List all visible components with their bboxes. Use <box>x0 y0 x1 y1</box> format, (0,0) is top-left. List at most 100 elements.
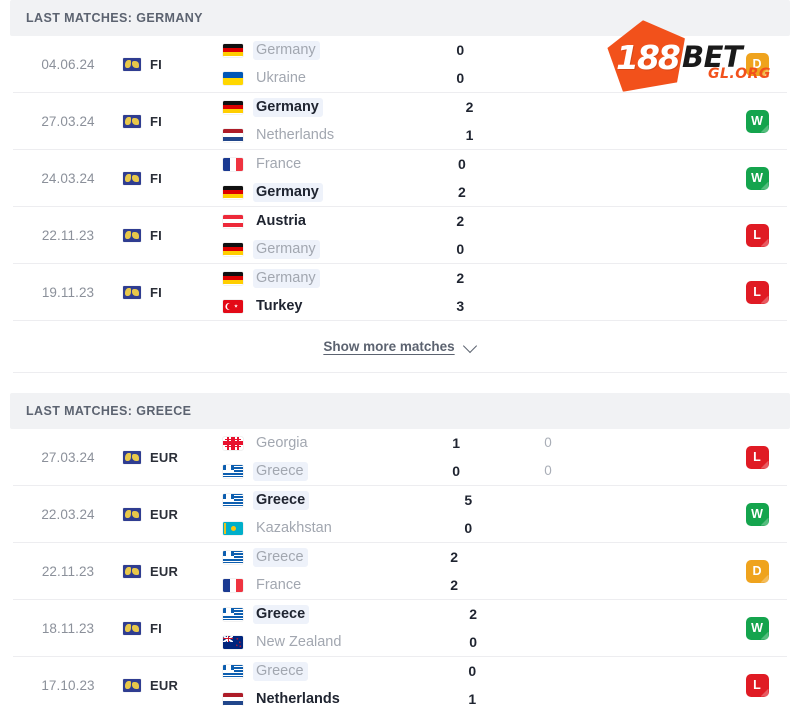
score-away: 0 <box>456 70 465 86</box>
competition-label: EUR <box>150 677 179 693</box>
flag-icon-ua <box>223 71 243 85</box>
result-badge-w: W <box>745 166 769 190</box>
world-globe-icon <box>123 678 141 692</box>
competition-label: FI <box>150 284 162 300</box>
team-home[interactable]: Georgia <box>223 433 424 453</box>
team-away[interactable]: Turkey <box>223 296 428 316</box>
score-home: 2 <box>450 549 459 565</box>
show-more-matches-button[interactable]: Show more matches <box>323 339 476 354</box>
world-globe-icon <box>123 285 141 299</box>
flag-icon-de <box>223 185 243 199</box>
team-away[interactable]: New Zealand <box>223 632 441 652</box>
last-matches-panel: LAST MATCHES: GERMANY 04.06.24 FI Germany Uk… <box>0 0 800 706</box>
score-home: 2 <box>456 213 465 229</box>
show-more-row[interactable]: Show more matches <box>13 321 787 373</box>
team-home[interactable]: Austria <box>223 211 428 231</box>
score-column: 10 <box>424 433 544 481</box>
secondary-score-away: 0 <box>544 463 552 478</box>
competition-cell[interactable]: FI <box>123 228 208 243</box>
score-column: 00 <box>428 40 548 88</box>
team-away[interactable]: Ukraine <box>223 68 428 88</box>
team-home[interactable]: France <box>223 154 430 174</box>
score-away: 0 <box>452 463 461 479</box>
flag-icon-kz <box>223 521 243 535</box>
score-away: 1 <box>465 127 474 143</box>
flag-icon-gr <box>223 607 243 621</box>
score-away: 2 <box>457 184 466 200</box>
team-home[interactable]: Germany <box>223 268 428 288</box>
match-row[interactable]: 18.11.23 FI Greece New Zealand 2 0 W <box>13 600 787 657</box>
score-column: 20 <box>428 211 548 259</box>
competition-cell[interactable]: FI <box>123 114 208 129</box>
world-globe-icon <box>123 114 141 128</box>
competition-cell[interactable]: FI <box>123 57 208 72</box>
score-column: 50 <box>436 490 556 538</box>
teams-cell: Germany Netherlands <box>208 97 438 145</box>
team-name-away: Germany <box>253 182 323 202</box>
flag-icon-de <box>223 43 243 57</box>
flag-icon-nl <box>223 692 243 706</box>
match-date: 17.10.23 <box>41 677 95 693</box>
team-name-away: Germany <box>253 239 320 259</box>
match-row[interactable]: 22.03.24 EUR Greece Kazakhstan 5 0 W <box>13 486 787 543</box>
competition-cell[interactable]: FI <box>123 621 208 636</box>
team-home[interactable]: Germany <box>223 40 428 60</box>
team-home[interactable]: Greece <box>223 604 441 624</box>
score-home: 2 <box>469 606 478 622</box>
team-away[interactable]: Kazakhstan <box>223 518 436 538</box>
result-badge-l: L <box>745 445 769 469</box>
teams-cell: Austria Germany <box>208 211 428 259</box>
flag-icon-fr <box>223 157 243 171</box>
match-row[interactable]: 27.03.24 FI Germany Netherlands 2 1 W <box>13 93 787 150</box>
team-away[interactable]: Netherlands <box>223 689 440 706</box>
match-row[interactable]: 22.11.23 EUR Greece France 2 2 D <box>13 543 787 600</box>
score-home: 1 <box>452 435 461 451</box>
competition-cell[interactable]: EUR <box>123 564 208 579</box>
team-name-home: Georgia <box>256 434 308 451</box>
match-date: 04.06.24 <box>41 56 95 72</box>
score-home: 2 <box>465 99 474 115</box>
teams-cell: Greece Netherlands <box>208 661 440 706</box>
team-away[interactable]: Germany <box>223 182 430 202</box>
flag-icon-gr <box>223 550 243 564</box>
score-column: 20 <box>441 604 561 652</box>
section-header-0: LAST MATCHES: GERMANY <box>10 0 790 36</box>
match-row[interactable]: 04.06.24 FI Germany Ukraine 0 0 D <box>13 36 787 93</box>
team-home[interactable]: Greece <box>223 661 440 681</box>
flag-icon-nl <box>223 128 243 142</box>
team-home[interactable]: Germany <box>223 97 438 117</box>
team-name-home: Austria <box>256 212 306 229</box>
competition-cell[interactable]: EUR <box>123 507 208 522</box>
match-date: 22.11.23 <box>41 563 95 579</box>
flag-icon-de <box>223 271 243 285</box>
result-badge-l: L <box>745 673 769 697</box>
team-home[interactable]: Greece <box>223 547 422 567</box>
competition-cell[interactable]: FI <box>123 285 208 300</box>
match-row[interactable]: 17.10.23 EUR Greece Netherlands 0 1 L <box>13 657 787 706</box>
team-away[interactable]: Germany <box>223 239 428 259</box>
secondary-score-home: 0 <box>544 435 552 450</box>
competition-label: FI <box>150 113 162 129</box>
team-away[interactable]: France <box>223 575 422 595</box>
match-row[interactable]: 24.03.24 FI France Germany 0 2 W <box>13 150 787 207</box>
team-away[interactable]: Netherlands <box>223 125 438 145</box>
sections-root: LAST MATCHES: GERMANY 04.06.24 FI Germany Uk… <box>0 0 800 706</box>
result-badge-w: W <box>745 616 769 640</box>
flag-icon-gr <box>223 664 243 678</box>
competition-cell[interactable]: EUR <box>123 678 208 693</box>
world-globe-icon <box>123 228 141 242</box>
competition-cell[interactable]: EUR <box>123 450 208 465</box>
competition-cell[interactable]: FI <box>123 171 208 186</box>
match-row[interactable]: 19.11.23 FI Germany Turkey 2 3 L <box>13 264 787 321</box>
matches-list-1: 27.03.24 EUR Georgia Greece 1 0 0 0 L 22.03.24 EUR… <box>13 429 787 706</box>
team-away[interactable]: Greece <box>223 461 424 481</box>
match-row[interactable]: 22.11.23 FI Austria Germany 2 0 L <box>13 207 787 264</box>
team-home[interactable]: Greece <box>223 490 436 510</box>
section-title: LAST MATCHES: GERMANY <box>26 11 203 25</box>
match-row[interactable]: 27.03.24 EUR Georgia Greece 1 0 0 0 L <box>13 429 787 486</box>
score-away: 0 <box>456 241 465 257</box>
secondary-score-column: 00 <box>544 433 614 481</box>
score-home: 0 <box>456 42 465 58</box>
result-cell: W <box>727 502 787 526</box>
team-name-away: Greece <box>253 461 308 481</box>
